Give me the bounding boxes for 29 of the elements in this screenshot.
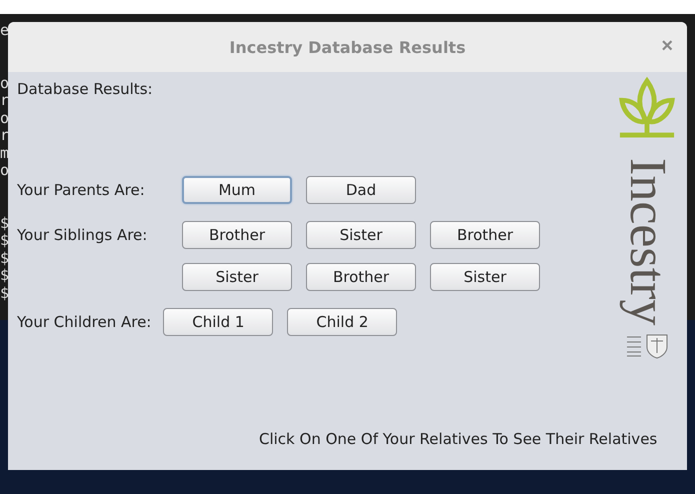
logo-text: Incestry (621, 158, 673, 326)
terminal-text: r (0, 126, 10, 144)
relative-button[interactable]: Brother (182, 221, 292, 249)
crest-icon (625, 333, 669, 360)
heading-label: Database Results: (17, 79, 154, 100)
window-title: Incestry Database Results (229, 38, 466, 56)
terminal-text: o (0, 108, 10, 126)
relative-button[interactable]: Dad (306, 176, 416, 204)
hint-text: Click On One Of Your Relatives To See Their Relatives (259, 430, 658, 448)
terminal-text: $ (0, 284, 10, 302)
terminal-text: $ (0, 266, 10, 284)
terminal-text: e (0, 21, 10, 39)
relative-button[interactable]: Sister (306, 221, 416, 249)
group-label: Your Parents Are: (17, 180, 146, 201)
terminal-text: $ (0, 248, 10, 266)
relative-button[interactable]: Mum (182, 176, 292, 204)
terminal-text: $ (0, 231, 10, 249)
group-label: Your Children Are: (17, 312, 152, 333)
relative-button[interactable]: Child 2 (287, 308, 398, 336)
relative-button[interactable]: Brother (430, 221, 540, 249)
terminal-text: $ (0, 214, 10, 232)
relative-button[interactable]: Child 1 (163, 308, 274, 336)
relative-button[interactable]: Sister (182, 263, 292, 291)
relative-button[interactable]: Sister (430, 263, 540, 291)
relative-button[interactable]: Brother (306, 263, 416, 291)
terminal-text: r (0, 91, 10, 109)
terminal-text: o (0, 74, 10, 92)
terminal-text: o (0, 161, 10, 179)
group-label: Your Siblings Are: (17, 225, 148, 246)
